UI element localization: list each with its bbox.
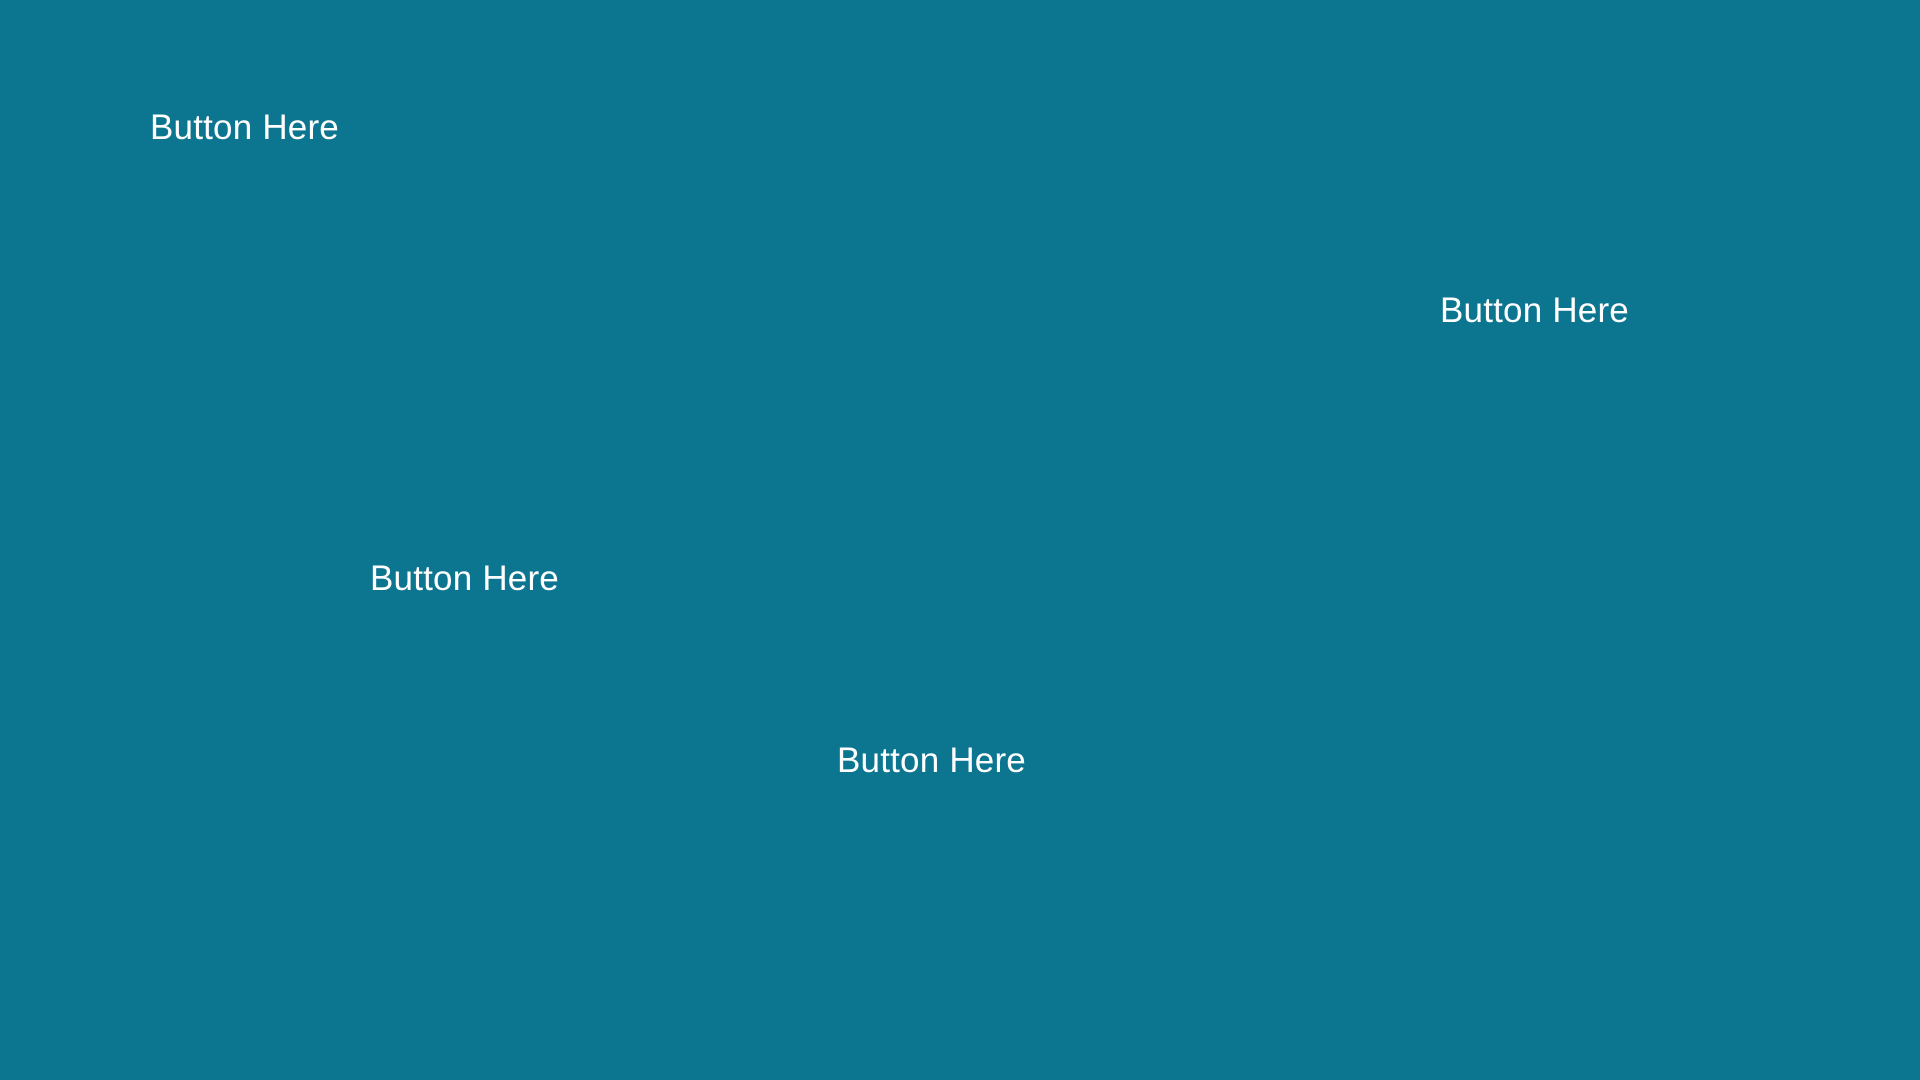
button-2[interactable]: Button Here: [1440, 291, 1629, 331]
button-3[interactable]: Button Here: [370, 559, 559, 599]
button-1[interactable]: Button Here: [150, 108, 339, 148]
canvas: Button Here Button Here Button Here Butt…: [0, 0, 1920, 1080]
button-4[interactable]: Button Here: [837, 741, 1026, 781]
